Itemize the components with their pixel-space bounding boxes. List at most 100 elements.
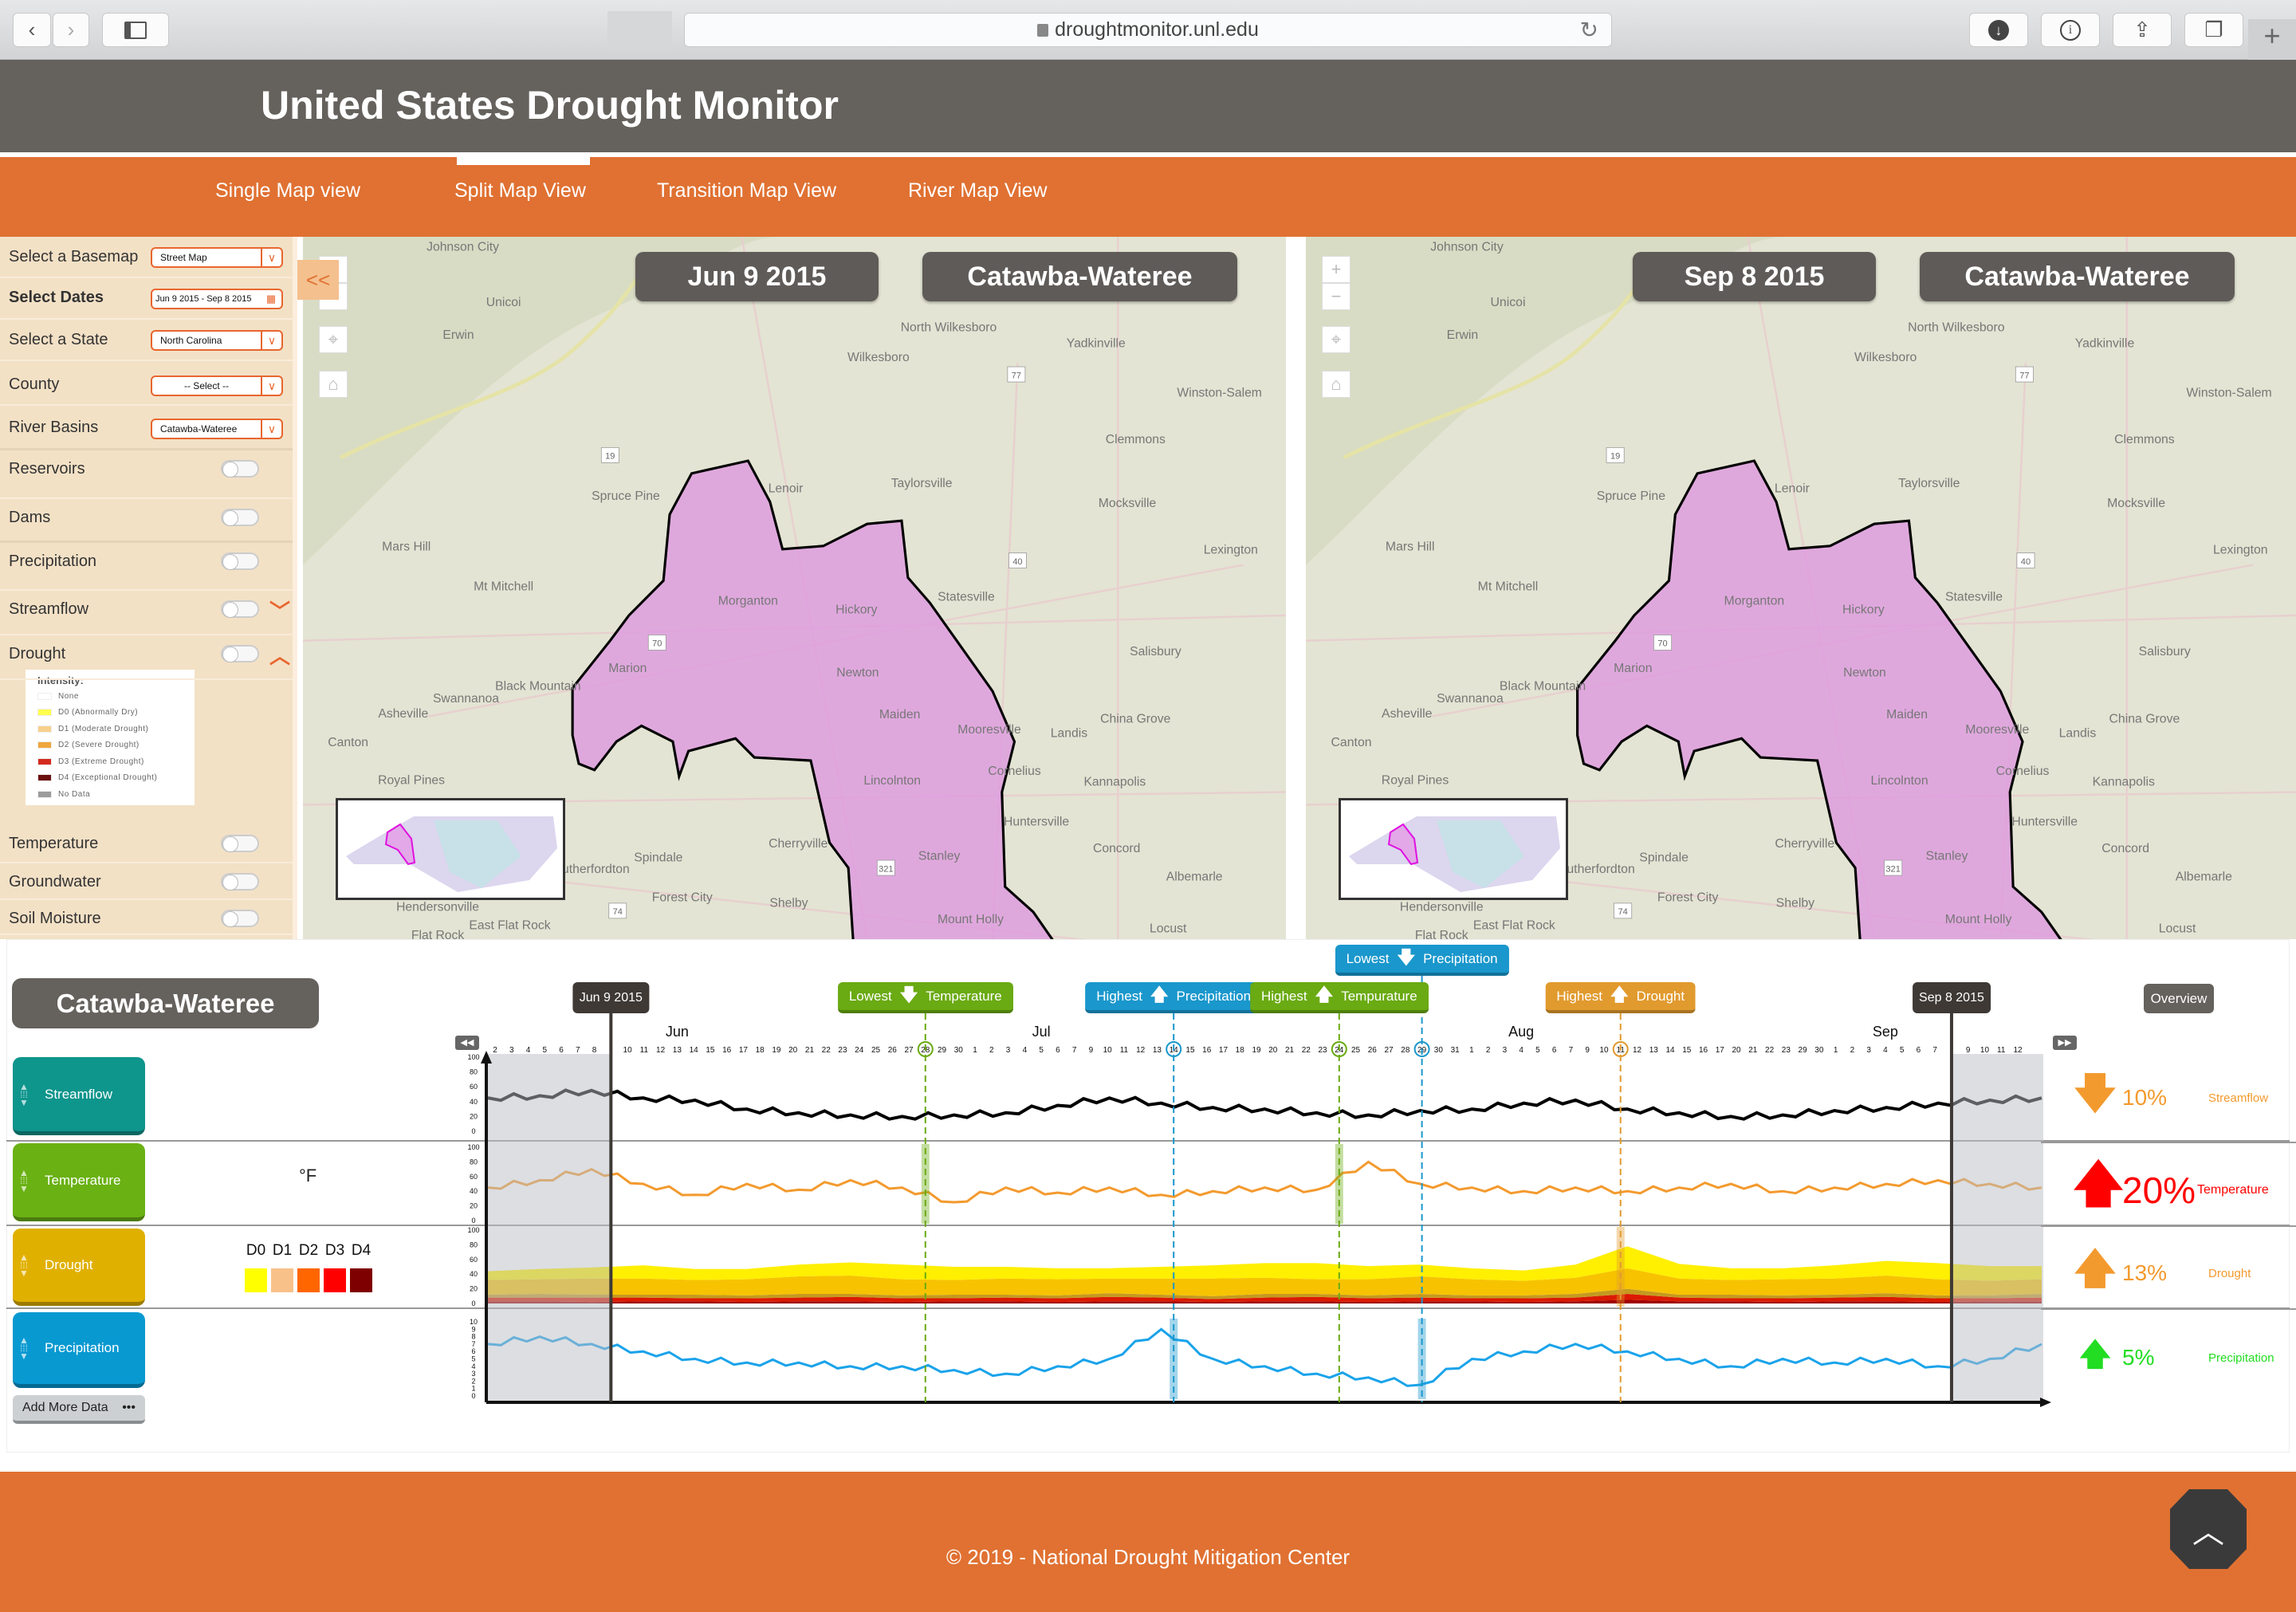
date-marker-label[interactable]: Jun 9 2015 [572, 982, 649, 1013]
day-tick-label: 12 [656, 1046, 666, 1055]
arrow-up-icon: 🡅 [2073, 1157, 2125, 1212]
zoom-in-button[interactable]: + [1322, 256, 1350, 283]
stat-percent: 10% [2122, 1085, 2168, 1110]
scroll-top-button[interactable]: ︿ [2170, 1489, 2247, 1569]
forward-button[interactable]: › [53, 13, 89, 47]
toggle-switch[interactable] [221, 460, 259, 478]
basin-select[interactable]: Catawba-Wateree ∨ [151, 419, 283, 439]
day-tick-label: 7 [1072, 1046, 1077, 1055]
stat-label: Temperature [2197, 1183, 2269, 1197]
basemap-value: Street Map [160, 252, 207, 263]
event-highest-precipitation[interactable]: Highest 🡅 Precipitation [1085, 982, 1263, 1013]
zoom-out-button[interactable]: − [1322, 283, 1350, 310]
reload-icon[interactable]: ↻ [1580, 17, 1598, 43]
day-tick-label: 12 [2013, 1046, 2023, 1055]
info-button[interactable]: i [2041, 13, 2100, 47]
downloads-button[interactable]: ↓ [1969, 13, 2028, 47]
stat-divider [2041, 1308, 2296, 1310]
basemap-select[interactable]: Street Map ∨ [151, 247, 283, 268]
event-highest-tempurature[interactable]: Highest 🡅 Tempurature [1249, 982, 1429, 1013]
state-select[interactable]: North Carolina ∨ [151, 330, 283, 351]
toggle-switch[interactable] [221, 645, 259, 662]
stat-percent: 5% [2122, 1345, 2155, 1370]
place-label: Wilkesboro [847, 351, 910, 364]
chevron-left-icon: ‹ [28, 18, 36, 41]
toggle-label: Dams [9, 509, 51, 526]
tab-split-map[interactable]: Split Map View [454, 179, 586, 202]
event-highest-drought[interactable]: Highest 🡅 Drought [1545, 982, 1696, 1013]
day-tick-label: 11 [640, 1046, 649, 1055]
highway-number: 77 [2019, 371, 2029, 380]
day-tick-label: 5 [543, 1046, 548, 1055]
new-tab-button[interactable]: + [2248, 19, 2296, 60]
day-tick-label: 17 [1219, 1046, 1229, 1055]
day-tick-label: 27 [1385, 1046, 1394, 1055]
locate-button[interactable]: ⌖ [1322, 326, 1350, 353]
y-tick-label: 0 [471, 1127, 475, 1135]
map-left[interactable]: Johnson City Unicoi Erwin Spruce Pine Mars H… [303, 237, 1286, 939]
y-tick-label: 9 [471, 1325, 475, 1333]
overview-inset-map[interactable] [1339, 798, 1568, 900]
tab-transition-map[interactable]: Transition Map View [657, 179, 836, 202]
month-label: Jul [1032, 1024, 1051, 1040]
legend-item: D4 (Exceptional Drought) [37, 770, 183, 787]
collapse-sidebar-button[interactable]: << [297, 260, 339, 300]
day-tick-label: 3 [1503, 1046, 1508, 1055]
day-tick-label: 30 [1434, 1046, 1444, 1055]
day-tick-label: 13 [1649, 1046, 1659, 1055]
place-label: North Wilkesboro [901, 321, 997, 335]
place-label: Johnson City [1430, 240, 1504, 254]
tab-river-map[interactable]: River Map View [908, 179, 1048, 202]
y-tick-label: 10 [470, 1318, 478, 1326]
zoom-in-icon: + [1331, 259, 1342, 279]
back-button[interactable]: ‹ [13, 13, 51, 47]
map-right[interactable]: Johnson City Unicoi Erwin Spruce Pine Mars H… [1306, 237, 2296, 939]
inset-svg [346, 816, 557, 892]
tabs-button[interactable]: ❐ [2184, 13, 2243, 47]
toggle-switch[interactable] [221, 835, 259, 852]
day-tick-label: 6 [1917, 1046, 1921, 1055]
y-tick-label: 40 [470, 1187, 478, 1195]
toggle-switch[interactable] [221, 873, 259, 891]
home-button[interactable]: ⌂ [1322, 371, 1350, 398]
date-marker-label[interactable]: Sep 8 2015 [1913, 982, 1991, 1013]
overview-inset-map[interactable] [336, 798, 565, 900]
toggle-row-groundwater: Groundwater [0, 863, 293, 900]
day-tick-label: 24 [855, 1046, 864, 1055]
chevron-down-icon: ∨ [261, 377, 281, 395]
day-tick-label: 21 [805, 1046, 815, 1055]
precipitation-line [487, 1327, 2042, 1387]
place-label: Spruce Pine [1597, 489, 1665, 503]
sidebar-icon [124, 21, 147, 39]
event-lowest-precipitation[interactable]: Lowest 🡇 Precipitation [1335, 945, 1509, 976]
highway-number: 40 [1012, 557, 1022, 567]
y-tick-label: 100 [467, 1053, 479, 1061]
home-button[interactable]: ⌂ [319, 371, 348, 398]
toggle-switch[interactable] [221, 509, 259, 526]
y-tick-label: 60 [470, 1173, 478, 1181]
place-label: East Flat Rock [469, 918, 550, 932]
toggle-switch[interactable] [221, 600, 259, 618]
event-lowest-temperature[interactable]: Lowest 🡇 Temperature [837, 982, 1013, 1013]
chevron-down-icon[interactable]: ﹀ [269, 596, 290, 625]
locate-button[interactable]: ⌖ [319, 326, 348, 353]
event-variable: Precipitation [1176, 988, 1252, 1004]
place-label: Cherryville [769, 837, 828, 851]
county-select[interactable]: -- Select -- ∨ [151, 375, 283, 396]
day-tick-label: 6 [559, 1046, 564, 1055]
place-label: Clemmons [1106, 433, 1166, 446]
sidebar-toggle-button[interactable] [102, 13, 169, 47]
place-label: Lincolnton [863, 774, 921, 788]
tab-single-map[interactable]: Single Map view [215, 179, 360, 202]
stat-divider [2041, 1142, 2296, 1143]
toggle-switch[interactable] [221, 552, 259, 570]
address-bar[interactable]: droughtmonitor.unl.edu ↻ [684, 13, 1612, 47]
calendar-icon[interactable]: ▦ [261, 290, 281, 308]
chevron-up-icon[interactable]: ︿ [269, 640, 290, 670]
place-label: Swannanoa [433, 692, 499, 706]
county-value: -- Select -- [183, 380, 229, 391]
toggle-switch[interactable] [221, 910, 259, 927]
chevron-up-icon: ︿ [2192, 1515, 2224, 1550]
date-range-input[interactable]: Jun 9 2015 - Sep 8 2015 ▦ [151, 289, 283, 309]
share-button[interactable]: ⇪ [2113, 13, 2172, 47]
